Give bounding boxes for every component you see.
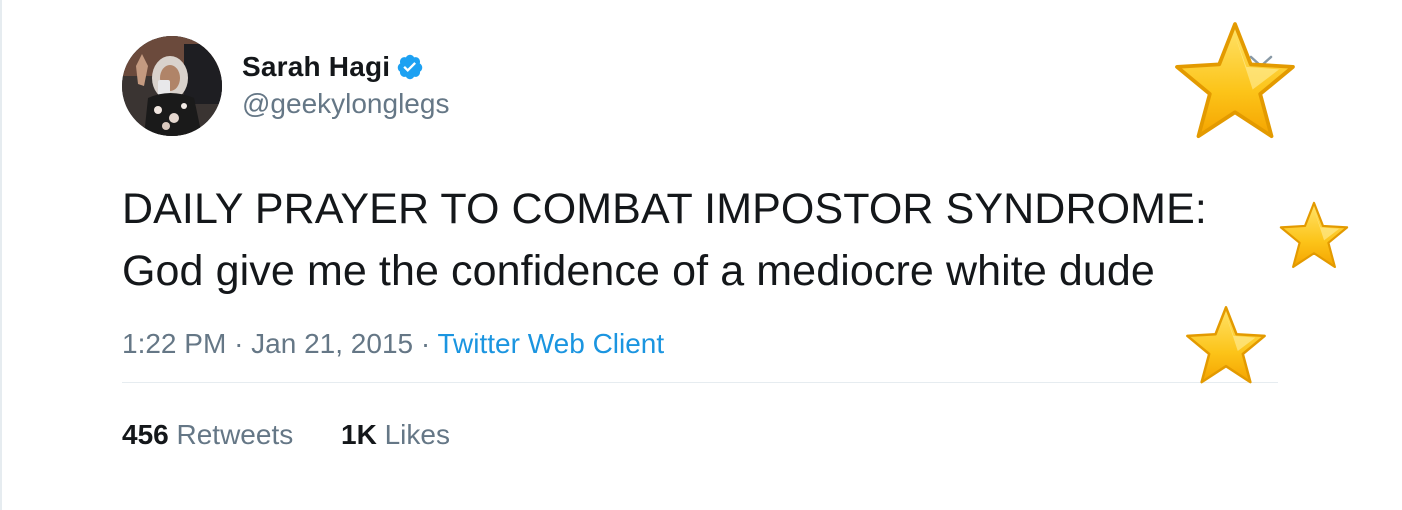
user-handle[interactable]: @geekylonglegs bbox=[242, 88, 449, 120]
avatar[interactable] bbox=[122, 36, 222, 136]
tweet-stats: 456 Retweets 1K Likes bbox=[122, 419, 1278, 451]
retweets-count: 456 bbox=[122, 419, 169, 450]
retweets-stat[interactable]: 456 Retweets bbox=[122, 419, 293, 451]
divider bbox=[122, 382, 1278, 383]
meta-separator: · bbox=[420, 328, 431, 359]
user-names: Sarah Hagi @geekylonglegs bbox=[242, 50, 449, 120]
tweet-screenshot: Sarah Hagi @geekylonglegs DAILY PRAYER T… bbox=[0, 0, 1402, 510]
tweet-text-line: God give me the confidence of a mediocre… bbox=[122, 247, 1155, 295]
tweet-text: DAILY PRAYER TO COMBAT IMPOSTOR SYNDROME… bbox=[122, 178, 1278, 302]
meta-separator: · bbox=[234, 328, 244, 359]
likes-label: Likes bbox=[384, 419, 450, 450]
star-emoji-icon bbox=[1175, 22, 1295, 139]
tweet-meta: 1:22 PM · Jan 21, 2015 · Twitter Web Cli… bbox=[122, 328, 1278, 364]
likes-stat[interactable]: 1K Likes bbox=[341, 419, 450, 451]
avatar-image bbox=[122, 36, 222, 136]
star-emoji-icon bbox=[1279, 201, 1349, 269]
tweet-card: Sarah Hagi @geekylonglegs DAILY PRAYER T… bbox=[122, 36, 1278, 451]
likes-count: 1K bbox=[341, 419, 377, 450]
tweet-text-line: DAILY PRAYER TO COMBAT IMPOSTOR SYNDROME… bbox=[122, 185, 1207, 233]
display-name-row: Sarah Hagi bbox=[242, 50, 449, 84]
tweet-header: Sarah Hagi @geekylonglegs bbox=[122, 36, 1278, 136]
left-border bbox=[0, 0, 2, 510]
tweet-time[interactable]: 1:22 PM bbox=[122, 328, 226, 359]
display-name[interactable]: Sarah Hagi bbox=[242, 51, 390, 83]
verified-badge-icon bbox=[398, 54, 423, 80]
retweets-label: Retweets bbox=[176, 419, 294, 450]
star-emoji-icon bbox=[1186, 306, 1266, 384]
tweet-date[interactable]: Jan 21, 2015 bbox=[251, 328, 413, 359]
tweet-source-link[interactable]: Twitter Web Client bbox=[437, 328, 664, 359]
